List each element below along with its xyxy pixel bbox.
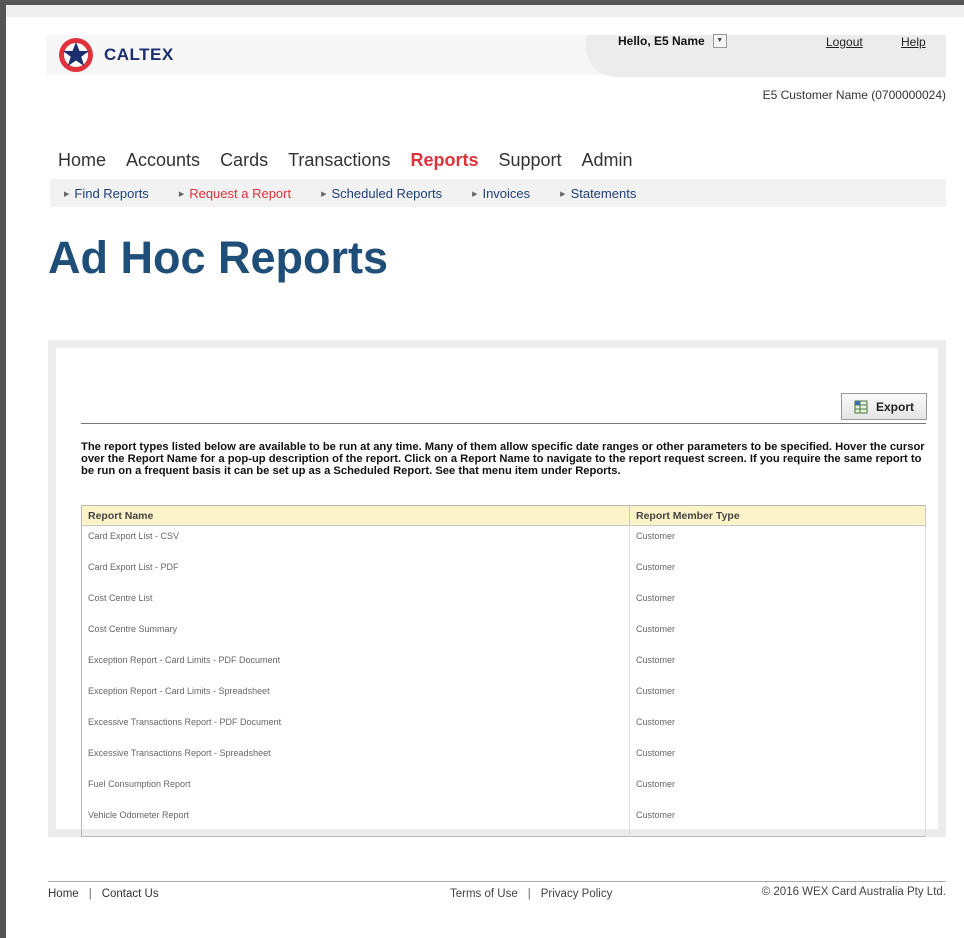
help-link[interactable]: Help: [901, 35, 926, 49]
table-row[interactable]: Fuel Consumption Report Customer: [81, 774, 926, 805]
report-name-link[interactable]: Exception Report - Card Limits - Spreads…: [81, 681, 630, 712]
member-type-cell: Customer: [629, 743, 926, 774]
logo-text: CALTEX: [104, 45, 174, 64]
nav-support[interactable]: Support: [498, 150, 561, 171]
column-header-member-type[interactable]: Report Member Type: [629, 505, 926, 526]
footer-terms-link[interactable]: Terms of Use: [450, 888, 518, 900]
page: CALTEX Hello, E5 Name ▼ Logout Help E5 C…: [6, 17, 964, 938]
separator: |: [527, 888, 531, 900]
table-row[interactable]: Excessive Transactions Report - Spreadsh…: [81, 743, 926, 774]
subnav-label: Invoices: [482, 185, 531, 201]
export-button[interactable]: Export: [841, 393, 927, 420]
subnav-label: Find Reports: [74, 185, 149, 201]
member-type-cell: Customer: [629, 774, 926, 805]
sub-nav: ▶ Find Reports ▶ Request a Report ▶ Schedul…: [50, 179, 946, 207]
reports-panel: Export The report types listed below are…: [48, 340, 946, 837]
window-frame-inner: [6, 5, 964, 17]
subnav-request-report[interactable]: ▶ Request a Report: [179, 186, 291, 201]
nav-accounts[interactable]: Accounts: [126, 150, 200, 171]
nav-home[interactable]: Home: [58, 150, 106, 171]
logout-link[interactable]: Logout: [826, 35, 863, 49]
nav-cards[interactable]: Cards: [220, 150, 268, 171]
table-header-row: Report Name Report Member Type: [81, 505, 926, 526]
triangle-right-icon: ▶: [64, 191, 70, 199]
subnav-invoices[interactable]: ▶ Invoices: [472, 186, 530, 201]
triangle-right-icon: ▶: [321, 191, 327, 199]
greeting-text: Hello, E5 Name: [618, 34, 705, 48]
separator: |: [88, 888, 92, 900]
member-type-cell: Customer: [629, 805, 926, 837]
main-nav: Home Accounts Cards Transactions Reports…: [58, 150, 653, 171]
export-label: Export: [875, 399, 914, 414]
table-row[interactable]: Card Export List - CSV Customer: [81, 525, 926, 557]
table-row[interactable]: Card Export List - PDF Customer: [81, 557, 926, 588]
table-row[interactable]: Vehicle Odometer Report Customer: [81, 805, 926, 837]
caltex-logo[interactable]: CALTEX: [58, 37, 174, 73]
caltex-star-icon: [59, 38, 93, 72]
table-row[interactable]: Exception Report - Card Limits - PDF Doc…: [81, 650, 926, 681]
nav-transactions[interactable]: Transactions: [288, 150, 390, 171]
report-name-link[interactable]: Fuel Consumption Report: [81, 774, 630, 805]
customer-name: E5 Customer Name (0700000024): [762, 88, 946, 102]
subnav-label: Request a Report: [189, 185, 292, 201]
subnav-statements[interactable]: ▶ Statements: [560, 186, 636, 201]
report-name-link[interactable]: Cost Centre List: [81, 588, 630, 619]
report-name-link[interactable]: Cost Centre Summary: [81, 619, 630, 650]
chevron-down-icon[interactable]: ▼: [712, 34, 727, 48]
table-row[interactable]: Exception Report - Card Limits - Spreads…: [81, 681, 926, 712]
reports-table: Report Name Report Member Type Card Expo…: [81, 505, 926, 837]
footer-copyright: © 2016 WEX Card Australia Pty Ltd.: [761, 886, 946, 898]
report-name-link[interactable]: Card Export List - PDF: [81, 557, 630, 588]
divider: [81, 423, 926, 424]
member-type-cell: Customer: [629, 525, 926, 557]
table-row[interactable]: Cost Centre Summary Customer: [81, 619, 926, 650]
subnav-label: Statements: [570, 185, 637, 201]
subnav-scheduled-reports[interactable]: ▶ Scheduled Reports: [321, 186, 442, 201]
table-row[interactable]: Excessive Transactions Report - PDF Docu…: [81, 712, 926, 743]
report-name-link[interactable]: Excessive Transactions Report - PDF Docu…: [81, 712, 630, 743]
triangle-right-icon: ▶: [178, 191, 185, 199]
footer-left-links: Home | Contact Us: [48, 888, 159, 900]
footer-contact-link[interactable]: Contact Us: [102, 888, 159, 900]
nav-admin[interactable]: Admin: [582, 150, 633, 171]
column-header-report-name[interactable]: Report Name: [81, 505, 630, 526]
member-type-cell: Customer: [629, 557, 926, 588]
triangle-right-icon: ▶: [472, 191, 478, 199]
footer-privacy-link[interactable]: Privacy Policy: [541, 888, 613, 900]
table-row[interactable]: Cost Centre List Customer: [81, 588, 926, 619]
reports-panel-inner: Export The report types listed below are…: [56, 348, 938, 837]
member-type-cell: Customer: [629, 681, 926, 712]
intro-text: The report types listed below are availa…: [81, 441, 925, 477]
report-name-link[interactable]: Exception Report - Card Limits - PDF Doc…: [81, 650, 630, 681]
report-name-link[interactable]: Card Export List - CSV: [81, 525, 630, 557]
spreadsheet-icon: [854, 400, 868, 413]
member-type-cell: Customer: [629, 650, 926, 681]
report-name-link[interactable]: Excessive Transactions Report - Spreadsh…: [81, 743, 630, 774]
subnav-label: Scheduled Reports: [331, 185, 443, 201]
nav-reports[interactable]: Reports: [410, 150, 478, 171]
report-name-link[interactable]: Vehicle Odometer Report: [81, 805, 630, 837]
member-type-cell: Customer: [629, 712, 926, 743]
triangle-right-icon: ▶: [560, 191, 566, 199]
page-title: Ad Hoc Reports: [48, 232, 389, 283]
footer-legal-links: Terms of Use | Privacy Policy: [450, 888, 612, 900]
subnav-find-reports[interactable]: ▶ Find Reports: [64, 186, 149, 201]
member-type-cell: Customer: [629, 588, 926, 619]
footer-divider: [48, 881, 946, 882]
footer-home-link[interactable]: Home: [48, 888, 79, 900]
user-greeting[interactable]: Hello, E5 Name ▼: [618, 34, 727, 48]
member-type-cell: Customer: [629, 619, 926, 650]
